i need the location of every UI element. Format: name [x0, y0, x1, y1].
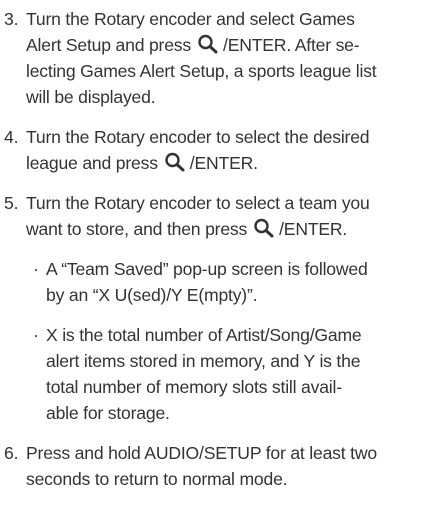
- step-line: will be displayed.: [26, 87, 156, 107]
- bullet-line: alert items stored in memory, and Y is t…: [46, 351, 361, 371]
- step-line: seconds to return to normal mode.: [26, 469, 288, 489]
- step-line: want to store, and then press: [26, 219, 248, 239]
- bullet-symbol: ·: [33, 325, 39, 345]
- step-line: Alert Setup and press: [26, 35, 191, 55]
- search-icon: [164, 152, 186, 172]
- bullet-line: total number of memory slots still avail…: [46, 377, 342, 397]
- step-4: 4. Turn the Rotary encoder to select the…: [4, 124, 422, 176]
- bullet-text: X is the total number of Artist/Song/Gam…: [46, 322, 422, 426]
- step-line: Press and hold AUDIO/SETUP for at least …: [26, 443, 377, 463]
- bullet-text: A “Team Saved” pop-up screen is followed…: [46, 256, 422, 308]
- bullet-line: X is the total number of Artist/Song/Gam…: [46, 325, 362, 345]
- bullet-item: · X is the total number of Artist/Song/G…: [26, 322, 422, 426]
- step-text: Turn the Rotary encoder and select Games…: [26, 6, 422, 110]
- step-number: 5.: [4, 193, 19, 213]
- search-icon: [197, 34, 219, 54]
- bullet-line: by an “X U(sed)/Y E(mpty)”.: [46, 285, 258, 305]
- step-text: Press and hold AUDIO/SETUP for at least …: [26, 440, 422, 492]
- bullet-line: able for storage.: [46, 403, 170, 423]
- step-line: /ENTER. After se-: [223, 35, 360, 55]
- step-line: lecting Games Alert Setup, a sports leag…: [26, 61, 377, 81]
- step-5: 5. Turn the Rotary encoder to select a t…: [4, 190, 422, 242]
- step-number: 4.: [4, 127, 19, 147]
- step-number: 3.: [4, 9, 19, 29]
- step-text: Turn the Rotary encoder to select the de…: [26, 124, 422, 176]
- bullet-symbol: ·: [33, 259, 39, 279]
- step-line: /ENTER.: [189, 153, 258, 173]
- search-icon: [253, 218, 275, 238]
- step-line: Turn the Rotary encoder to select the de…: [26, 127, 370, 147]
- step-line: league and press: [26, 153, 158, 173]
- step-line: /ENTER.: [279, 219, 348, 239]
- step-line: Turn the Rotary encoder to select a team…: [26, 193, 370, 213]
- bullet-item: · A “Team Saved” pop-up screen is follow…: [26, 256, 422, 308]
- step-6: 6. Press and hold AUDIO/SETUP for at lea…: [4, 440, 422, 492]
- step-3: 3. Turn the Rotary encoder and select Ga…: [4, 6, 422, 110]
- manual-page: 3. Turn the Rotary encoder and select Ga…: [0, 0, 427, 524]
- bullet-line: A “Team Saved” pop-up screen is followed: [46, 259, 368, 279]
- step-line: Turn the Rotary encoder and select Games: [26, 9, 355, 29]
- step-number: 6.: [4, 443, 19, 463]
- step-text: Turn the Rotary encoder to select a team…: [26, 190, 422, 242]
